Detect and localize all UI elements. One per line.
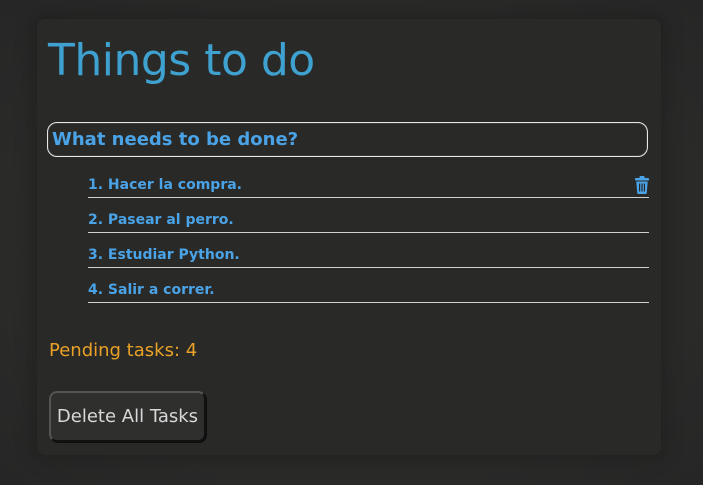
delete-all-tasks-button[interactable]: Delete All Tasks bbox=[49, 391, 206, 442]
task-item[interactable]: 1. Hacer la compra. bbox=[88, 164, 649, 198]
task-label: 4. Salir a correr. bbox=[88, 282, 215, 298]
task-item[interactable]: 3. Estudiar Python. bbox=[88, 234, 649, 268]
pending-tasks-count: Pending tasks: 4 bbox=[49, 340, 198, 361]
task-item[interactable]: 2. Pasear al perro. bbox=[88, 199, 649, 233]
task-list: 1. Hacer la compra. 2. Pasear al perro. … bbox=[88, 164, 649, 304]
task-label: 1. Hacer la compra. bbox=[88, 177, 242, 193]
todo-card: Things to do 1. Hacer la compra. 2. Pase… bbox=[37, 19, 661, 455]
task-item[interactable]: 4. Salir a correr. bbox=[88, 269, 649, 303]
trash-icon[interactable] bbox=[635, 176, 649, 194]
task-label: 3. Estudiar Python. bbox=[88, 247, 240, 263]
new-task-input[interactable] bbox=[47, 122, 648, 157]
task-label: 2. Pasear al perro. bbox=[88, 212, 234, 228]
page-title: Things to do bbox=[48, 35, 315, 86]
